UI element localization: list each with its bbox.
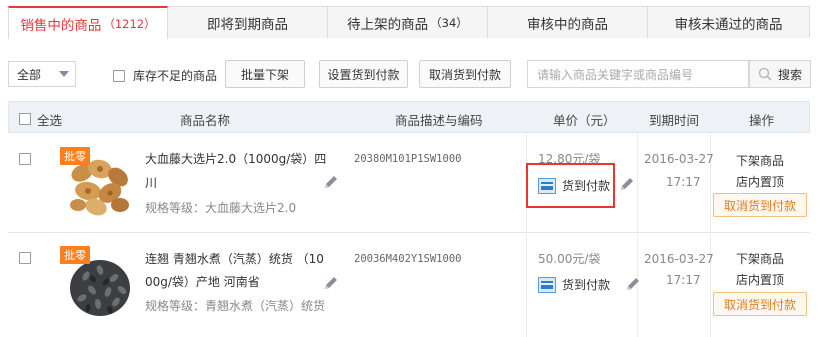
tab-label: 审核未通过的商品 xyxy=(674,16,783,33)
tab-count: （34） xyxy=(430,15,468,30)
low-stock-checkbox[interactable] xyxy=(113,69,125,82)
row-checkbox[interactable] xyxy=(19,153,31,165)
tab-label: 审核中的商品 xyxy=(527,16,608,33)
cancel-cod-row-button[interactable]: 取消货到付款 xyxy=(713,193,807,217)
expiry-time: 17:17 xyxy=(666,273,701,287)
header-desc: 商品描述与编码 xyxy=(395,113,483,128)
search-label: 搜索 xyxy=(777,67,802,82)
chevron-down-icon xyxy=(59,71,69,77)
cod-icon xyxy=(538,276,556,293)
product-spec: 规格等级：青翘水煮（汽蒸）统货 xyxy=(145,299,326,313)
tab-count: （1212） xyxy=(103,16,156,31)
filter-select[interactable]: 全部 xyxy=(8,61,76,87)
product-code: 20036M402Y1SW1000 xyxy=(354,253,462,265)
tab-label: 待上架的商品 xyxy=(347,16,429,33)
table-row: 批零 连翘 青翘水煮（汽蒸）统货 （10 00g/袋）产地 河南省 规格等级：青… xyxy=(8,234,810,337)
tab-pending-listing[interactable]: 待上架的商品 （34） xyxy=(327,6,488,38)
tab-label: 即将到期商品 xyxy=(207,16,288,33)
status-tabs: 销售中的商品 （1212） 即将到期商品 待上架的商品 （34） 审核中的商品 … xyxy=(8,6,810,39)
select-all-checkbox[interactable] xyxy=(19,113,31,125)
product-name-line1[interactable]: 连翘 青翘水煮（汽蒸）统货 （10 xyxy=(145,247,324,271)
edit-pencil-icon[interactable] xyxy=(322,173,340,191)
product-name-line1[interactable]: 大血藤大选片2.0（1000g/袋）四 xyxy=(145,147,326,171)
divider xyxy=(526,234,527,337)
tab-on-sale[interactable]: 销售中的商品 （1212） xyxy=(8,6,168,39)
tab-label: 销售中的商品 xyxy=(20,17,102,34)
table-header: 全选 商品名称 商品描述与编码 单价（元） 到期时间 操作 xyxy=(8,101,810,133)
delist-link[interactable]: 下架商品 xyxy=(736,152,784,169)
low-stock-filter[interactable]: 库存不足的商品 xyxy=(113,67,217,84)
low-stock-label: 库存不足的商品 xyxy=(133,69,218,83)
cod-tag[interactable]: 货到付款 xyxy=(538,177,610,194)
tab-under-review[interactable]: 审核中的商品 xyxy=(487,6,648,38)
tab-review-failed[interactable]: 审核未通过的商品 xyxy=(647,6,810,38)
divider xyxy=(637,133,638,232)
tab-expiring[interactable]: 即将到期商品 xyxy=(167,6,328,38)
product-code: 20380M101P1SW1000 xyxy=(354,153,462,165)
filter-value: 全部 xyxy=(17,67,42,82)
select-all-label: 全选 xyxy=(37,113,63,128)
wholesale-badge: 批零 xyxy=(60,147,90,165)
cod-tag[interactable]: 货到付款 xyxy=(538,276,610,293)
expiry-time: 17:17 xyxy=(666,175,701,189)
header-price: 单价（元） xyxy=(553,113,616,128)
product-name-line2[interactable]: 00g/袋）产地 河南省 xyxy=(145,270,260,294)
header-expiry: 到期时间 xyxy=(649,113,700,128)
product-price: 50.00元/袋 xyxy=(538,252,601,266)
header-ops: 操作 xyxy=(749,113,775,128)
search-input[interactable]: 请输入商品关键字或商品编号 xyxy=(527,60,749,88)
product-image[interactable]: 批零 xyxy=(60,147,138,225)
search-icon xyxy=(758,67,772,81)
product-spec: 规格等级：大血藤大选片2.0 xyxy=(145,201,297,215)
edit-pencil-icon[interactable] xyxy=(322,274,340,292)
cancel-cod-row-button[interactable]: 取消货到付款 xyxy=(713,292,807,316)
edit-pencil-icon[interactable] xyxy=(618,175,636,193)
expiry-date: 2016-03-27 xyxy=(644,152,714,166)
product-name-line2[interactable]: 川 xyxy=(145,171,157,195)
edit-pencil-icon[interactable] xyxy=(624,275,642,293)
cod-label: 货到付款 xyxy=(562,179,611,193)
search-button[interactable]: 搜索 xyxy=(749,60,811,88)
table-row: 批零 大血藤大选片2.0（1000g/袋）四 川 规格等级：大血藤大选片2.0 … xyxy=(8,133,810,233)
batch-delist-button[interactable]: 批量下架 xyxy=(225,60,305,88)
row-checkbox[interactable] xyxy=(19,252,31,264)
header-name: 商品名称 xyxy=(180,113,231,128)
set-cod-button[interactable]: 设置货到付款 xyxy=(319,60,408,88)
cod-label: 货到付款 xyxy=(562,278,611,292)
cancel-cod-button[interactable]: 取消货到付款 xyxy=(419,60,511,88)
pin-to-top-link[interactable]: 店内置顶 xyxy=(736,173,784,190)
wholesale-badge: 批零 xyxy=(60,246,90,264)
cod-icon xyxy=(538,177,556,194)
product-image[interactable]: 批零 xyxy=(60,246,138,324)
pin-to-top-link[interactable]: 店内置顶 xyxy=(736,271,784,288)
delist-link[interactable]: 下架商品 xyxy=(736,250,784,267)
